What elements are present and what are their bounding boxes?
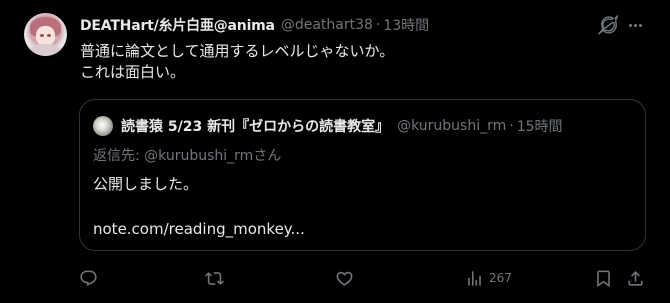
quoted-author-display-name: 読書猿 5/23 新刊『ゼロからの読書教室』 xyxy=(121,119,390,135)
separator-dot: · xyxy=(509,118,514,134)
tweet-header: DEATHart/糸片白亜@anima @deathart38 · 13時間 xyxy=(80,15,429,35)
tweet-text-line: これは面白い。 xyxy=(80,63,186,81)
post-time[interactable]: 13時間 xyxy=(383,15,429,35)
like-button[interactable] xyxy=(335,264,354,292)
repost-button[interactable] xyxy=(205,264,224,292)
quoted-author-avatar[interactable] xyxy=(93,116,113,136)
reply-icon xyxy=(80,270,97,286)
quoted-tweet[interactable]: 読書猿 5/23 新刊『ゼロからの読書教室』 @kurubushi_rm · 1… xyxy=(79,99,646,251)
replying-to-suffix: さん xyxy=(253,148,282,164)
repost-icon xyxy=(205,271,224,285)
separator-dot: · xyxy=(375,17,381,33)
share-button[interactable] xyxy=(626,264,645,292)
views-icon xyxy=(468,270,481,286)
tweet[interactable]: DEATHart/糸片白亜@anima @deathart38 · 13時間 普… xyxy=(0,0,670,303)
more-options-icon[interactable] xyxy=(623,15,647,35)
bookmark-icon xyxy=(597,270,610,287)
quoted-author-handle: @kurubushi_rm xyxy=(397,118,507,134)
quoted-tweet-text: 公開しました。 note.com/reading_monkey... xyxy=(93,174,305,240)
replying-to: 返信先: @kurubushi_rmさん xyxy=(93,145,281,165)
reply-button[interactable] xyxy=(79,264,98,292)
quoted-link-text: note.com/reading_monkey... xyxy=(93,220,305,238)
tweet-text: 普通に論文として通用するレベルじゃないか。 これは面白い。 xyxy=(80,41,640,83)
bookmark-button[interactable] xyxy=(594,264,613,292)
quoted-text-line: 公開しました。 xyxy=(93,175,199,193)
like-icon xyxy=(336,271,353,286)
quoted-post-time: 15時間 xyxy=(516,119,563,135)
author-avatar[interactable] xyxy=(24,13,67,56)
share-icon xyxy=(628,270,643,286)
action-bar: 267 xyxy=(0,264,670,292)
replying-to-prefix: 返信先: xyxy=(93,148,145,164)
grok-icon[interactable] xyxy=(598,15,619,35)
quoted-tweet-header: 読書猿 5/23 新刊『ゼロからの読書教室』 @kurubushi_rm · 1… xyxy=(121,115,563,137)
replying-to-handle[interactable]: @kurubushi_rm xyxy=(144,148,253,164)
views-count: 267 xyxy=(489,271,512,285)
views-button[interactable]: 267 xyxy=(465,264,512,292)
author-handle[interactable]: @deathart38 xyxy=(281,17,373,33)
tweet-text-line: 普通に論文として通用するレベルじゃないか。 xyxy=(80,42,395,60)
author-display-name[interactable]: DEATHart/糸片白亜@anima xyxy=(80,15,275,35)
